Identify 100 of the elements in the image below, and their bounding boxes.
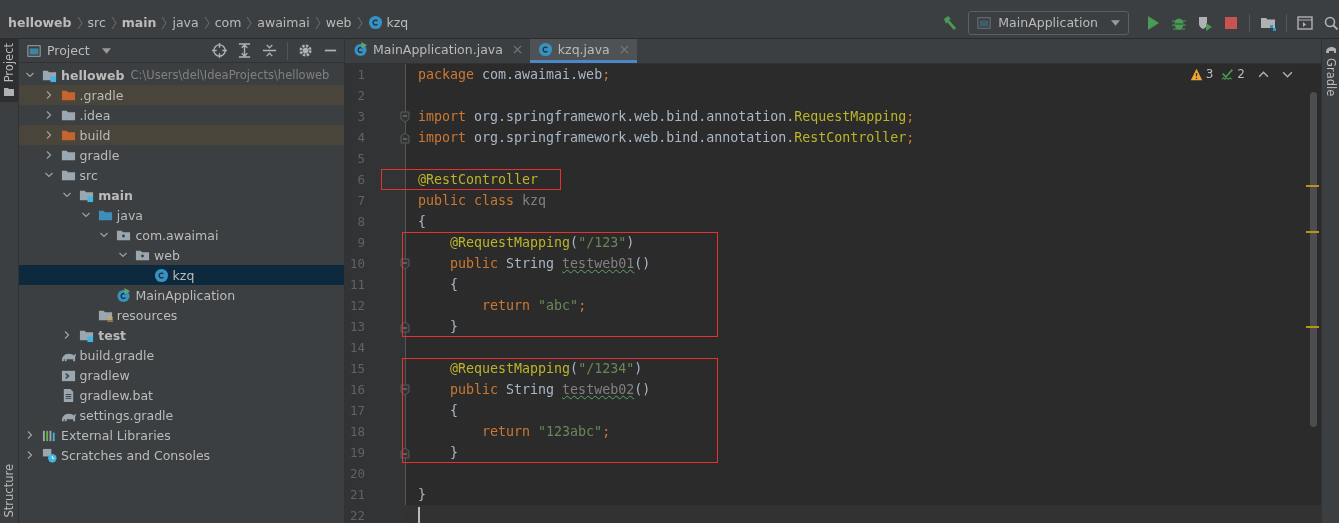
- tree-item[interactable]: resources: [19, 305, 344, 325]
- tree-item-label: com.awaimai: [135, 227, 219, 243]
- fold-marker-icon[interactable]: [400, 320, 410, 333]
- tree-item[interactable]: settings.gradle: [19, 405, 344, 425]
- chevron-down-icon[interactable]: [80, 210, 91, 220]
- breadcrumb-item[interactable]: com: [214, 15, 242, 30]
- tree-item[interactable]: helloweb C:\Users\del\IdeaProjects\helloweb: [19, 65, 344, 85]
- chevron-right-icon: [76, 15, 83, 30]
- tree-item[interactable]: External Libraries: [19, 425, 344, 445]
- close-icon[interactable]: [512, 45, 522, 54]
- tool-window-tab[interactable]: Structure: [0, 459, 18, 523]
- tree-item-label: resources: [116, 307, 178, 323]
- breadcrumb-item[interactable]: kzq: [367, 15, 409, 30]
- tree-item[interactable]: src: [19, 165, 344, 185]
- search-icon[interactable]: [1323, 14, 1339, 31]
- tree-item-label: build.gradle: [79, 347, 155, 363]
- tree-item[interactable]: java: [19, 205, 344, 225]
- collapse-all-icon[interactable]: [262, 43, 277, 58]
- tree-item-label: MainApplication: [135, 287, 236, 303]
- typos-count[interactable]: 2: [1221, 67, 1245, 81]
- chevron-down-icon[interactable]: [99, 230, 110, 240]
- tree-item[interactable]: test: [19, 325, 344, 345]
- fold-marker-icon[interactable]: [400, 446, 410, 459]
- caret-icon: [101, 47, 111, 54]
- tree-item[interactable]: build: [19, 125, 344, 145]
- tree-item-label: helloweb: [61, 67, 125, 83]
- tool-window-tab[interactable]: Gradle: [1322, 39, 1339, 101]
- fold-marker-icon[interactable]: [400, 383, 410, 396]
- tree-item-label: .gradle: [79, 87, 124, 103]
- window-icon: [27, 43, 41, 58]
- chevron-down-icon[interactable]: [118, 250, 128, 260]
- tree-item[interactable]: gradlew: [19, 365, 344, 385]
- chevron-right-icon[interactable]: [25, 450, 35, 460]
- fold-marker-icon[interactable]: [400, 131, 410, 144]
- tree-item[interactable]: kzq: [19, 265, 344, 285]
- folder-icon: [3, 86, 15, 99]
- fold-marker-icon[interactable]: [400, 257, 410, 270]
- class-icon: [153, 267, 169, 283]
- tree-item-label: gradlew: [79, 367, 130, 383]
- chevron-down-icon[interactable]: [62, 190, 73, 200]
- terminal-window-icon[interactable]: [1297, 14, 1313, 31]
- stop-icon[interactable]: [1223, 14, 1239, 31]
- tree-item[interactable]: .gradle: [19, 85, 344, 105]
- tool-window-tab[interactable]: Project: [0, 39, 18, 103]
- chevron-down-icon[interactable]: [43, 170, 54, 180]
- editor-tab[interactable]: MainApplication.java: [345, 39, 530, 63]
- tree-item[interactable]: com.awaimai: [19, 225, 344, 245]
- tree-item-label: test: [98, 327, 127, 343]
- project-path: C:\Users\del\IdeaProjects\helloweb: [130, 68, 330, 82]
- breadcrumb-item[interactable]: helloweb: [8, 15, 72, 30]
- chevron-right-icon: [246, 15, 253, 30]
- project-view-dropdown[interactable]: Project: [27, 43, 111, 58]
- text-cursor: [418, 507, 420, 523]
- code-line: public String testweb02(): [449, 382, 651, 397]
- code-line: @RestController: [418, 172, 539, 187]
- crosshair-icon[interactable]: [212, 43, 227, 58]
- code-line: @RequestMapping("/1234"): [449, 361, 643, 376]
- tree-item-label: java: [116, 207, 143, 223]
- tree-item-label: gradle: [79, 147, 120, 163]
- warnings-count[interactable]: 3: [1189, 67, 1214, 81]
- code-line: }: [449, 319, 459, 334]
- tree-item[interactable]: gradle: [19, 145, 344, 165]
- breadcrumb-item[interactable]: web: [325, 15, 352, 30]
- code-line: import org.springframework.web.bind.annotation.RestController;: [418, 130, 915, 145]
- hammer-icon[interactable]: [942, 14, 959, 31]
- tree-item[interactable]: .idea: [19, 105, 344, 125]
- tree-item-label: src: [79, 167, 98, 183]
- breadcrumb-item[interactable]: java: [172, 15, 199, 30]
- run-configuration-dropdown[interactable]: MainApplication: [968, 10, 1129, 35]
- scroll-marker: [1306, 185, 1319, 187]
- code-line: {: [418, 214, 426, 229]
- chevron-right-icon: [110, 15, 117, 30]
- tree-item[interactable]: main: [19, 185, 344, 205]
- tree-item[interactable]: gradlew.bat: [19, 385, 344, 405]
- breadcrumb-item[interactable]: main: [121, 15, 157, 30]
- chevron-up-icon[interactable]: [1258, 68, 1269, 80]
- scrollbar[interactable]: [1310, 92, 1317, 427]
- close-icon[interactable]: [619, 45, 629, 54]
- code-line: {: [449, 403, 459, 418]
- fold-marker-icon[interactable]: [400, 110, 410, 123]
- expand-all-icon[interactable]: [237, 43, 252, 58]
- shield-play-icon[interactable]: [1197, 14, 1213, 31]
- tree-item[interactable]: MainApplication: [19, 285, 344, 305]
- tree-item[interactable]: web: [19, 245, 344, 265]
- chevron-right-icon: [203, 15, 210, 30]
- settings-icon[interactable]: [298, 43, 313, 58]
- tree-item[interactable]: Scratches and Consoles: [19, 445, 344, 465]
- chevron-down-icon[interactable]: [25, 70, 35, 80]
- tree-item-label: settings.gradle: [79, 407, 174, 423]
- chevron-right-icon[interactable]: [25, 430, 35, 440]
- editor-tab[interactable]: kzq.java: [529, 39, 637, 63]
- breadcrumb-item[interactable]: awaimai: [257, 15, 310, 30]
- breadcrumb-item[interactable]: src: [87, 15, 106, 30]
- scratches-icon: [42, 447, 57, 463]
- tree-item-label: External Libraries: [61, 427, 171, 443]
- run-icon[interactable]: [1145, 14, 1161, 31]
- window-icon: [977, 15, 992, 30]
- tree-item-label: gradlew.bat: [79, 387, 153, 403]
- tree-item[interactable]: build.gradle: [19, 345, 344, 365]
- code-line: return "123abc";: [481, 424, 611, 439]
